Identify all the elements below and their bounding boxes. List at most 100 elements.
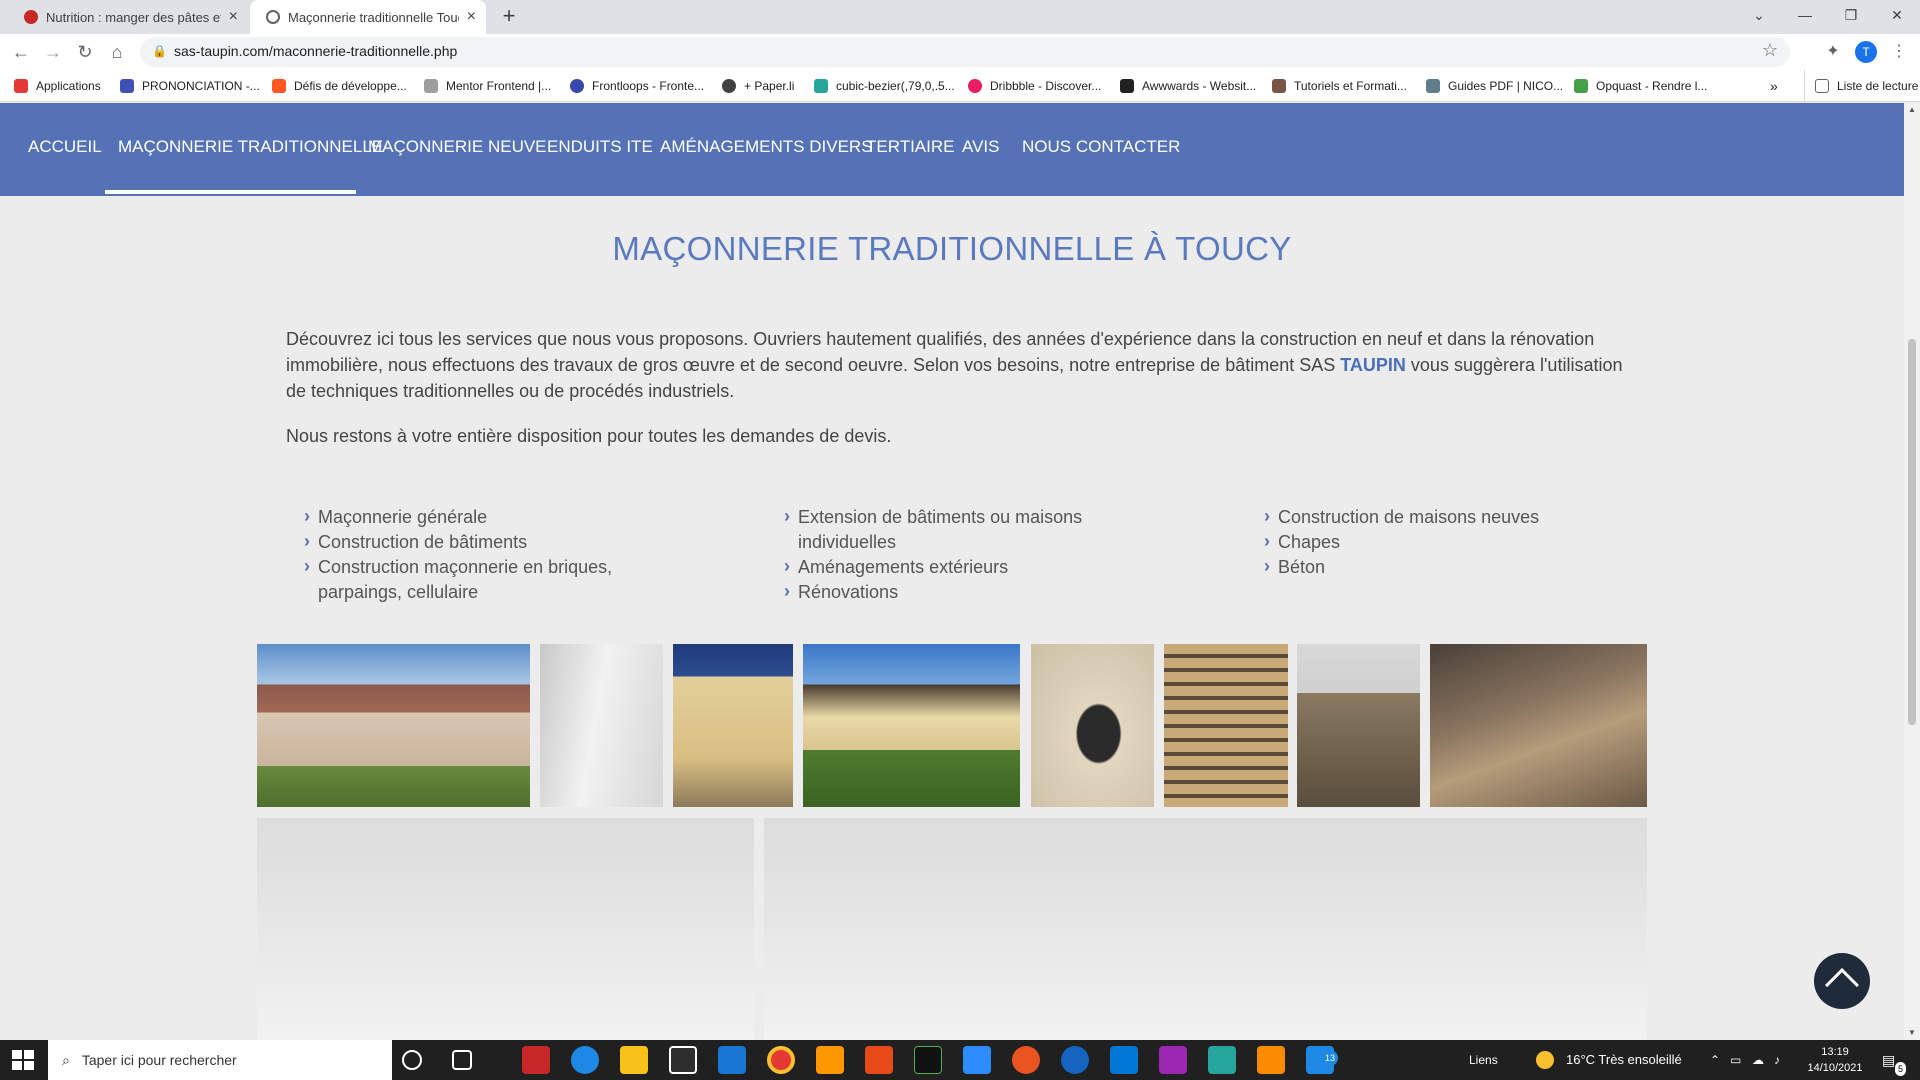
forward-icon[interactable]: → [40, 39, 66, 65]
bookmark-opquast[interactable]: Opquast - Rendre l... [1574, 70, 1707, 102]
maps-icon[interactable] [1061, 1046, 1089, 1074]
scrollbar-thumb[interactable] [1908, 339, 1916, 725]
active-nav-indicator [105, 190, 356, 194]
nav-maconnerie-traditionnelle[interactable]: MAÇONNERIE TRADITIONNELLE [118, 137, 383, 157]
app-icon-2[interactable] [1159, 1046, 1187, 1074]
nav-accueil[interactable]: ACCUEIL [28, 137, 102, 157]
task-view-icon[interactable] [452, 1050, 472, 1070]
browser-tab-active[interactable]: Maçonnerie traditionnelle Toucy × [250, 0, 486, 34]
nav-tertiaire[interactable]: TERTIAIRE [866, 137, 954, 157]
bookmark-applications[interactable]: Applications [14, 70, 101, 102]
store-icon[interactable] [669, 1046, 697, 1074]
bookmark-favicon-icon [1426, 79, 1440, 93]
browser-toolbar: ← → ↻ ⌂ 🔒 sas-taupin.com/maconnerie-trad… [0, 34, 1920, 70]
close-window-button[interactable]: ✕ [1874, 0, 1920, 30]
browser-tab-nutrition[interactable]: Nutrition : manger des pâtes et c × [8, 0, 248, 34]
gallery-photo-construction[interactable] [1297, 644, 1420, 807]
reload-icon[interactable]: ↻ [72, 39, 98, 65]
bookmarks-bar: Applications PRONONCIATION -... Défis de… [0, 70, 1920, 102]
windows-start-icon[interactable] [10, 1048, 36, 1072]
app-icon-3[interactable] [1208, 1046, 1236, 1074]
gallery-photo-facade[interactable] [673, 644, 793, 807]
gallery-photo-doorway[interactable] [1031, 644, 1154, 807]
bookmark-guides-pdf[interactable]: Guides PDF | NICO... [1426, 70, 1563, 102]
extensions-icon[interactable]: ✦ [1820, 39, 1846, 65]
terminal-icon[interactable] [914, 1046, 942, 1074]
bookmark-cubic-bezier[interactable]: cubic-bezier(,79,0,.5... [814, 70, 955, 102]
profile-avatar[interactable]: T [1855, 41, 1877, 63]
bookmark-dribbble[interactable]: Dribbble - Discover... [968, 70, 1101, 102]
tab-search-icon[interactable]: ⌄ [1736, 0, 1782, 30]
office-icon[interactable] [865, 1046, 893, 1074]
page-scrollbar[interactable]: ▲ ▼ [1904, 103, 1920, 1040]
gallery-photo-stairs[interactable] [1164, 644, 1288, 807]
xampp-icon[interactable] [1257, 1046, 1285, 1074]
bookmark-label: Défis de développe... [294, 79, 407, 93]
restore-button[interactable]: ❐ [1828, 0, 1874, 30]
apps-grid-icon [14, 79, 28, 93]
nav-maconnerie-neuve[interactable]: MAÇONNERIE NEUVE [368, 137, 547, 157]
bookmark-defis[interactable]: Défis de développe... [272, 70, 407, 102]
chrome-icon[interactable] [767, 1046, 795, 1074]
ubuntu-icon[interactable] [1012, 1046, 1040, 1074]
bookmark-paperli[interactable]: + Paper.li [722, 70, 794, 102]
bookmark-favicon-icon [722, 79, 736, 93]
close-tab-icon[interactable]: × [229, 8, 238, 26]
nav-nous-contacter[interactable]: NOUS CONTACTER [1022, 137, 1180, 157]
address-bar[interactable]: 🔒 sas-taupin.com/maconnerie-traditionnel… [140, 37, 1790, 67]
scroll-up-arrow-icon[interactable]: ▲ [1904, 105, 1920, 114]
vscode-icon[interactable] [1110, 1046, 1138, 1074]
nav-amenagements-divers[interactable]: AMÉNAGEMENTS DIVERS [660, 137, 873, 157]
bookmark-tutoriels[interactable]: Tutoriels et Formati... [1272, 70, 1407, 102]
edge-icon[interactable] [571, 1046, 599, 1074]
tray-expand-icon[interactable]: ⌃ [1710, 1040, 1720, 1080]
favicon-icon [24, 10, 38, 24]
network-icon[interactable]: ▭ [1730, 1040, 1741, 1080]
large-photo-sky-right[interactable] [764, 818, 1647, 1040]
app-icon-1[interactable] [522, 1046, 550, 1074]
more-bookmarks-button[interactable]: » [1770, 70, 1778, 102]
gallery-photo-foundation[interactable] [1430, 644, 1647, 807]
menu-icon[interactable]: ⋮ [1886, 39, 1912, 65]
file-explorer-icon[interactable] [620, 1046, 648, 1074]
bookmark-favicon-icon [570, 79, 584, 93]
gallery-photo-house[interactable] [257, 644, 530, 807]
sublime-icon[interactable] [816, 1046, 844, 1074]
cloud-icon[interactable]: ☁ [1752, 1040, 1764, 1080]
close-tab-icon[interactable]: × [467, 8, 476, 26]
mail-icon[interactable] [718, 1046, 746, 1074]
links-toolbar[interactable]: Liens [1469, 1040, 1498, 1080]
bookmark-prononciation[interactable]: PRONONCIATION -... [120, 70, 260, 102]
weather-widget[interactable]: 16°C Très ensoleillé [1566, 1040, 1682, 1080]
bookmark-star-icon[interactable]: ☆ [1762, 40, 1778, 61]
web-page: ACCUEIL MAÇONNERIE TRADITIONNELLE MAÇONN… [0, 103, 1904, 1040]
service-item: Chapes [1264, 529, 1594, 555]
service-item: Extension de bâtiments ou maisons indivi… [784, 504, 1084, 555]
company-name: TAUPIN [1340, 355, 1406, 375]
back-icon[interactable]: ← [8, 39, 34, 65]
taskbar-search-box[interactable]: ⌕ Taper ici pour rechercher [48, 1040, 392, 1080]
gallery-photo-interior-wall[interactable] [540, 644, 663, 807]
system-clock[interactable]: 13:19 14/10/2021 [1790, 1044, 1880, 1076]
cortana-icon[interactable] [402, 1050, 422, 1070]
back-to-top-button[interactable] [1814, 953, 1870, 1009]
large-photo-sky-left[interactable] [257, 818, 754, 1040]
service-item: Aménagements extérieurs [784, 554, 1084, 580]
bookmark-mentor[interactable]: Mentor Frontend |... [424, 70, 551, 102]
bookmark-awwwards[interactable]: Awwwards - Websit... [1120, 70, 1256, 102]
windows-taskbar: ⌕ Taper ici pour rechercher 13 Liens 16°… [0, 1040, 1920, 1080]
reading-list-button[interactable]: Liste de lecture [1804, 70, 1918, 102]
nav-avis[interactable]: AVIS [962, 137, 999, 157]
nav-enduits-ite[interactable]: ENDUITS ITE [547, 137, 653, 157]
minimize-button[interactable]: — [1782, 0, 1828, 30]
bookmark-frontloops[interactable]: Frontloops - Fronte... [570, 70, 704, 102]
scroll-down-arrow-icon[interactable]: ▼ [1904, 1028, 1920, 1037]
zoom-icon[interactable] [963, 1046, 991, 1074]
gallery-photo-farmhouse[interactable] [803, 644, 1020, 807]
notification-icon[interactable]: ▤ [1882, 1040, 1895, 1080]
volume-icon[interactable]: ♪ [1774, 1040, 1780, 1080]
chevron-up-icon [1825, 968, 1859, 1002]
home-icon[interactable]: ⌂ [104, 39, 130, 65]
intro-paragraph: Découvrez ici tous les services que nous… [286, 326, 1626, 404]
new-tab-button[interactable]: + [496, 4, 522, 30]
